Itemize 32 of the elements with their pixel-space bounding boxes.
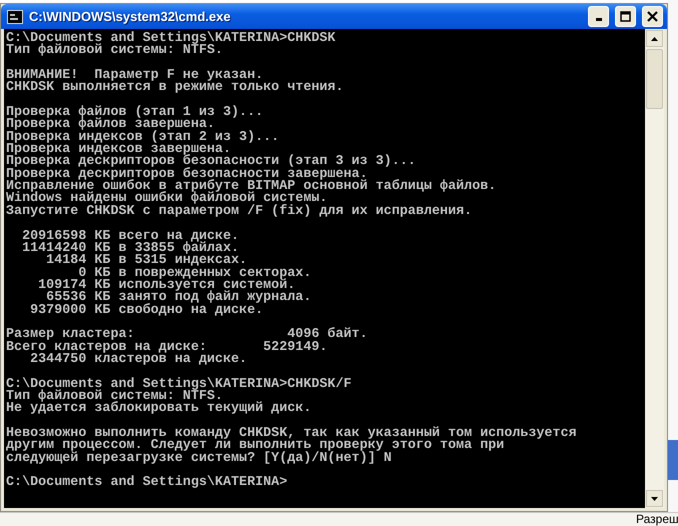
console-line: Размер кластера: 4096 байт. [6,329,368,342]
console-line: CHKDSK выполняется в режиме только чтения. [6,82,344,95]
console-icon [7,10,23,24]
maximize-icon [620,11,631,22]
console-line: Не удается заблокировать текущий диск. [6,403,312,416]
maximize-button[interactable] [615,6,636,27]
close-icon [647,11,658,22]
scrollbar[interactable] [645,29,664,508]
console-line: ВНИМАНИЕ! Параметр F не указан. [6,70,264,82]
console-line: Тип файловой системы: NTFS. [6,45,223,58]
console-line: 2344750 кластеров на диске. [29,354,248,366]
console-line: Всего кластеров на диске: 5229149. [6,342,328,354]
background-window-text: Разреш [636,513,678,526]
up-arrow-icon [651,36,658,40]
console-line: Запустите CHKDSK с параметром /F (fix) для их исправления. [6,206,472,218]
console-line: Проверка файлов (этап 1 из 3)... [6,107,264,120]
console-line: 9379000 КБ свободно на диске. [29,304,264,317]
scroll-up-button[interactable] [646,30,663,47]
console-line: 11414240 КБ в 33855 файлах. [21,242,240,256]
down-arrow-icon [651,496,658,500]
console-line: C:\Documents and Settings\KATERINA> [6,477,288,490]
window-title: C:\WINDOWS\system32\cmd.exe [29,9,232,24]
console-line: 14184 КБ в 5315 индексах. [45,255,248,268]
console-line: 0 КБ в поврежденных секторах. [78,268,312,280]
scroll-thumb[interactable] [646,49,663,109]
console-line: Проверка индексов (этап 2 из 3)... [6,132,280,144]
console-line: следующей перезагрузке системы? [Y(да)/N(нет)] N [6,452,392,466]
minimize-button[interactable] [588,6,609,27]
scroll-down-button[interactable] [646,490,663,507]
console-line: Невозможно выполнить команду CHKDSK, так как указанный том используется [6,428,577,440]
close-button[interactable] [642,6,663,27]
console-line: Проверка индексов завершена. [6,144,231,156]
